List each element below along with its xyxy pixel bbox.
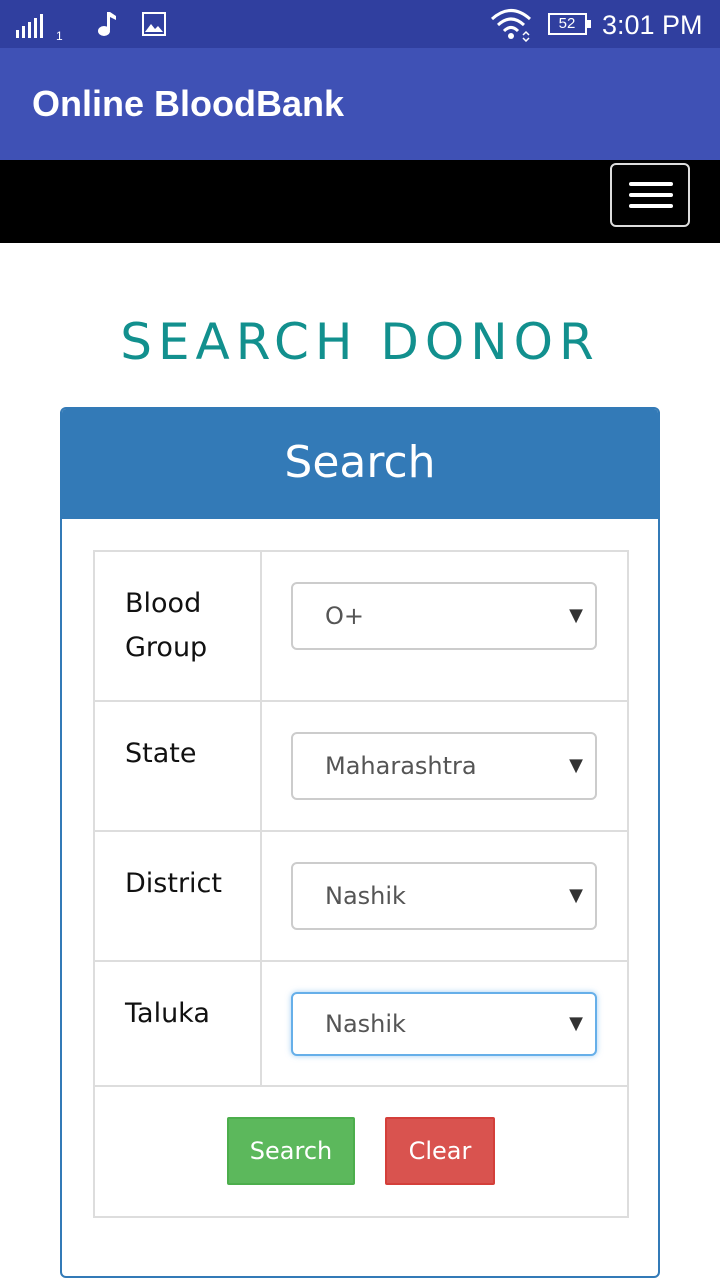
- table-divider: [95, 1085, 627, 1087]
- taluka-label: Taluka: [125, 998, 210, 1029]
- blood-group-select[interactable]: O+ ▼: [291, 582, 597, 650]
- battery-level: 52: [558, 15, 576, 32]
- district-value: Nashik: [325, 882, 406, 910]
- signal-sim-label: 1: [56, 29, 63, 40]
- table-divider: [95, 700, 627, 702]
- page-title: SEARCH DONOR: [120, 313, 600, 371]
- table-divider: [260, 552, 262, 1087]
- hamburger-menu-button[interactable]: [610, 163, 690, 227]
- app-title: Online BloodBank: [32, 83, 345, 124]
- chevron-down-icon: ▼: [569, 605, 583, 626]
- music-note-icon: [98, 12, 116, 36]
- search-panel: Search Blood Group O+ ▼ State Maharashtr…: [60, 407, 660, 1278]
- app-bar: Online BloodBank: [0, 48, 720, 160]
- table-divider: [95, 960, 627, 962]
- signal-icon: 1: [16, 14, 63, 40]
- state-select[interactable]: Maharashtra ▼: [291, 732, 597, 800]
- state-label: State: [125, 738, 197, 769]
- chevron-down-icon: ▼: [569, 1013, 583, 1034]
- district-label: District: [125, 868, 222, 899]
- panel-header: Search: [62, 409, 658, 519]
- blood-group-label: Blood Group: [125, 588, 208, 663]
- chevron-down-icon: ▼: [569, 755, 583, 776]
- chevron-down-icon: ▼: [569, 885, 583, 906]
- wifi-icon: [491, 9, 531, 42]
- hamburger-line: [629, 193, 673, 197]
- navbar: [0, 160, 720, 243]
- image-icon: [142, 12, 166, 36]
- taluka-value: Nashik: [325, 1010, 406, 1038]
- status-time: 3:01 PM: [602, 10, 703, 40]
- table-divider: [95, 830, 627, 832]
- district-select[interactable]: Nashik ▼: [291, 862, 597, 930]
- status-bar: 1 52 3:01 PM: [0, 0, 720, 48]
- panel-title: Search: [284, 437, 436, 488]
- blood-group-value: O+: [325, 602, 364, 630]
- state-value: Maharashtra: [325, 752, 477, 780]
- search-form: Blood Group O+ ▼ State Maharashtra ▼ Dis…: [93, 550, 629, 1218]
- clear-button[interactable]: Clear: [385, 1117, 495, 1185]
- taluka-select[interactable]: Nashik ▼: [291, 992, 597, 1056]
- hamburger-line: [629, 204, 673, 208]
- search-button[interactable]: Search: [227, 1117, 355, 1185]
- hamburger-menu-icon: [629, 182, 673, 186]
